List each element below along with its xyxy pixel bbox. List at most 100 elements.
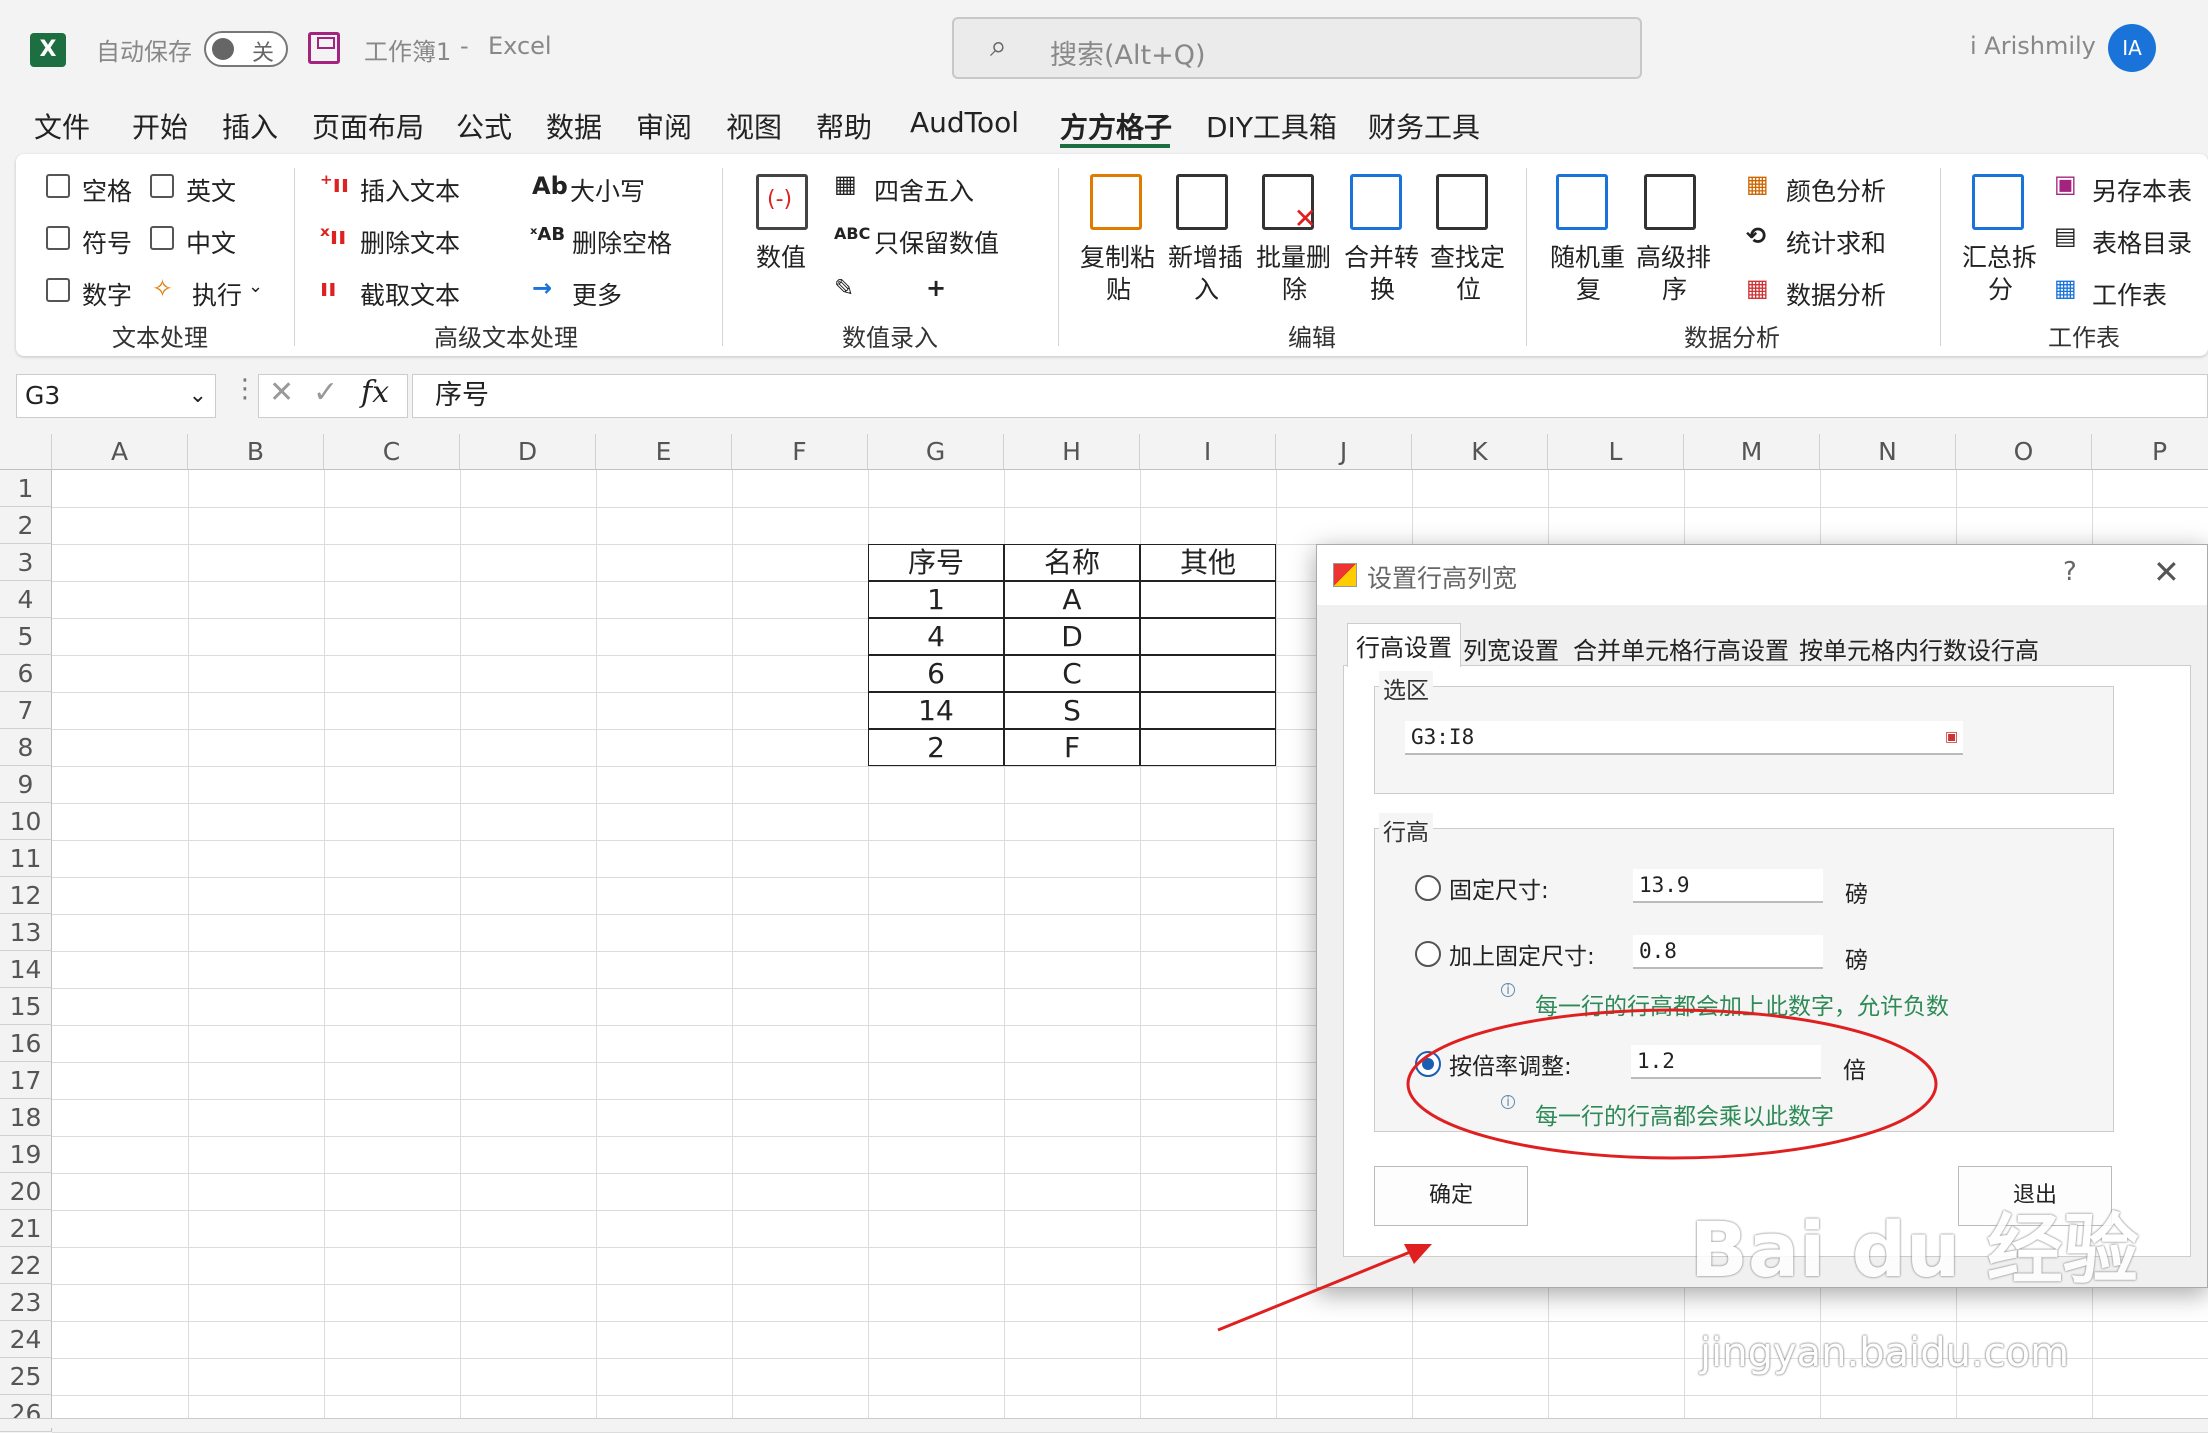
row-header[interactable]: 6 [0, 655, 52, 692]
row-header[interactable]: 11 [0, 840, 52, 877]
row-header[interactable]: 13 [0, 914, 52, 951]
batch-delete-label-2[interactable]: 除 [1282, 270, 1307, 306]
checkbox-space[interactable] [46, 174, 70, 198]
insert-text-button[interactable]: 插入文本 [360, 172, 460, 208]
row-header[interactable]: 25 [0, 1358, 52, 1395]
column-header[interactable]: P [2092, 434, 2208, 470]
tab-data[interactable]: 数据 [546, 106, 602, 146]
tab-insert[interactable]: 插入 [222, 106, 278, 146]
table-cell[interactable] [1140, 618, 1276, 655]
worksheet-button[interactable]: 工作表 [2092, 276, 2167, 312]
merge-convert-label-2[interactable]: 换 [1370, 270, 1395, 306]
table-header-cell[interactable]: 序号 [868, 544, 1004, 581]
table-cell[interactable]: 4 [868, 618, 1004, 655]
row-header[interactable]: 17 [0, 1062, 52, 1099]
color-analysis-button[interactable]: 颜色分析 [1786, 172, 1886, 208]
ratio-input[interactable]: 1.2 [1631, 1045, 1821, 1079]
row-header[interactable]: 7 [0, 692, 52, 729]
column-header[interactable]: C [324, 434, 460, 470]
table-cell[interactable]: 14 [868, 692, 1004, 729]
more-dots-icon[interactable]: ⋮ [232, 374, 258, 404]
plus-icon[interactable]: + [926, 274, 946, 302]
row-header[interactable]: 22 [0, 1247, 52, 1284]
table-cell[interactable] [1140, 729, 1276, 766]
tab-help[interactable]: 帮助 [816, 106, 872, 146]
summary-split-label-2[interactable]: 分 [1988, 270, 2013, 306]
table-toc-button[interactable]: 表格目录 [2092, 224, 2192, 260]
table-cell[interactable]: A [1004, 581, 1140, 618]
tab-view[interactable]: 视图 [726, 106, 782, 146]
random-repeat-label-1[interactable]: 随机重 [1550, 238, 1625, 274]
value-button[interactable]: 数值 [756, 238, 806, 274]
row-header[interactable]: 20 [0, 1173, 52, 1210]
column-header[interactable]: I [1140, 434, 1276, 470]
table-cell[interactable]: S [1004, 692, 1140, 729]
search-box[interactable]: ⌕ 搜索(Alt+Q) [952, 17, 1642, 79]
column-header[interactable]: O [1956, 434, 2092, 470]
ok-button[interactable]: 确定 [1374, 1166, 1528, 1226]
execute-button[interactable]: 执行 [192, 276, 242, 312]
trim-space-button[interactable]: 删除空格 [572, 224, 672, 260]
help-icon[interactable]: ? [2063, 557, 2077, 587]
row-header[interactable]: 10 [0, 803, 52, 840]
merge-convert-label-1[interactable]: 合并转 [1344, 238, 1419, 274]
table-cell[interactable]: 6 [868, 655, 1004, 692]
column-header[interactable]: J [1276, 434, 1412, 470]
row-header[interactable]: 18 [0, 1099, 52, 1136]
checkbox-english[interactable] [150, 174, 174, 198]
checkbox-number[interactable] [46, 278, 70, 302]
tab-lines-row-height[interactable]: 按单元格内行数设行高 [1799, 631, 2039, 666]
name-box[interactable]: G3 ⌄ [16, 374, 216, 418]
row-header[interactable]: 23 [0, 1284, 52, 1321]
fixed-size-radio[interactable] [1415, 875, 1441, 901]
row-header[interactable]: 9 [0, 766, 52, 803]
row-header[interactable]: 21 [0, 1210, 52, 1247]
checkbox-chinese[interactable] [150, 226, 174, 250]
column-header[interactable]: D [460, 434, 596, 470]
case-button[interactable]: 大小写 [570, 172, 645, 208]
copy-paste-label-2[interactable]: 贴 [1106, 270, 1131, 306]
find-locate-label-2[interactable]: 位 [1456, 270, 1481, 306]
insert-new-label-2[interactable]: 入 [1194, 270, 1219, 306]
keep-number-button[interactable]: 只保留数值 [874, 224, 999, 260]
column-header[interactable]: B [188, 434, 324, 470]
tab-diy[interactable]: DIY工具箱 [1206, 106, 1337, 146]
save-as-button[interactable]: 另存本表 [2092, 172, 2192, 208]
row-header[interactable]: 8 [0, 729, 52, 766]
batch-delete-label-1[interactable]: 批量删 [1256, 238, 1331, 274]
copy-paste-label-1[interactable]: 复制粘 [1080, 238, 1155, 274]
tab-formulas[interactable]: 公式 [456, 106, 512, 146]
delete-text-button[interactable]: 删除文本 [360, 224, 460, 260]
close-icon[interactable]: ✕ [2153, 553, 2180, 591]
table-cell[interactable] [1140, 581, 1276, 618]
range-picker-icon[interactable]: ▣ [1945, 729, 1958, 745]
select-all-corner[interactable] [0, 434, 52, 470]
column-header[interactable]: N [1820, 434, 1956, 470]
tab-finance[interactable]: 财务工具 [1368, 106, 1480, 146]
avatar[interactable]: IA [2108, 24, 2156, 72]
stat-sum-button[interactable]: 统计求和 [1786, 224, 1886, 260]
row-header[interactable]: 1 [0, 470, 52, 507]
row-header[interactable]: 24 [0, 1321, 52, 1358]
random-repeat-label-2[interactable]: 复 [1576, 270, 1601, 306]
row-header[interactable]: 19 [0, 1136, 52, 1173]
table-cell[interactable]: D [1004, 618, 1140, 655]
dialog-titlebar[interactable]: 设置行高列宽 ? ✕ [1317, 545, 2207, 605]
ratio-radio[interactable] [1415, 1051, 1441, 1077]
row-header[interactable]: 3 [0, 544, 52, 581]
row-header[interactable]: 16 [0, 1025, 52, 1062]
data-analysis-button[interactable]: 数据分析 [1786, 276, 1886, 312]
tab-home[interactable]: 开始 [132, 106, 188, 146]
user-name[interactable]: i Arishmily [1970, 32, 2096, 60]
cancel-icon[interactable]: ✕ [269, 375, 294, 410]
formula-input[interactable]: 序号 [412, 374, 2208, 418]
advanced-sort-label-2[interactable]: 序 [1662, 270, 1687, 306]
row-header[interactable]: 15 [0, 988, 52, 1025]
table-header-cell[interactable]: 其他 [1140, 544, 1276, 581]
table-cell[interactable] [1140, 692, 1276, 729]
row-header[interactable]: 14 [0, 951, 52, 988]
summary-split-label-1[interactable]: 汇总拆 [1962, 238, 2037, 274]
tab-col-width[interactable]: 列宽设置 [1463, 631, 1559, 666]
tab-page-layout[interactable]: 页面布局 [312, 106, 424, 146]
column-header[interactable]: E [596, 434, 732, 470]
